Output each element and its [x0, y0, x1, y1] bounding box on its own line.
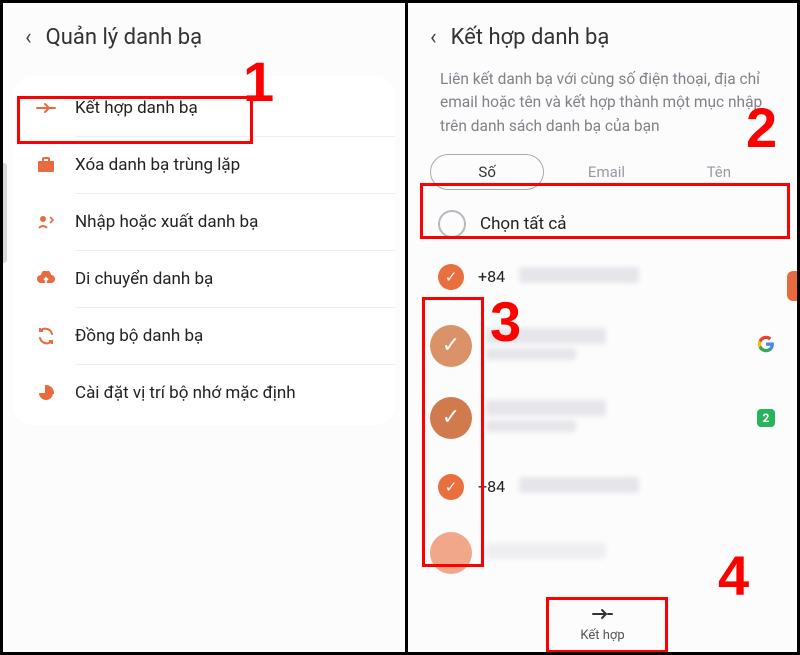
menu-item-label: Nhập hoặc xuất danh bạ — [75, 212, 258, 232]
merge-action-button[interactable]: Kết hợp — [408, 592, 797, 652]
contact-row[interactable] — [408, 520, 797, 586]
phone-prefix: +84 — [478, 477, 505, 496]
blurred-text — [486, 400, 606, 416]
cloud-up-icon — [35, 271, 57, 287]
tab-number[interactable]: Số — [430, 154, 544, 190]
menu-import-export[interactable]: Nhập hoặc xuất danh bạ — [13, 194, 395, 250]
tab-name[interactable]: Tên — [663, 155, 775, 189]
contact-row[interactable]: ✓ +84 — [408, 454, 797, 520]
contacts-list: ✓ +84 ✓ ✓ 2 — [408, 244, 797, 586]
menu-item-label: Xóa danh bạ trùng lặp — [75, 155, 240, 175]
description-text: Liên kết danh bạ với cùng số điện thoại,… — [408, 68, 797, 146]
blurred-text — [519, 477, 639, 493]
menu-default-storage[interactable]: Cài đặt vị trí bộ nhớ mặc định — [13, 365, 395, 421]
phone-prefix: +84 — [478, 267, 505, 286]
contact-row[interactable]: ✓ +84 — [408, 244, 797, 310]
transfer-icon — [35, 214, 57, 230]
row-checkbox-checked[interactable]: ✓ — [430, 397, 472, 439]
filter-tabs: Số Email Tên — [408, 146, 797, 200]
page-title-right: Kết hợp danh bạ — [451, 25, 610, 50]
action-label: Kết hợp — [580, 628, 624, 643]
sim2-badge: 2 — [757, 409, 775, 427]
menu-merge-contacts[interactable]: Kết hợp danh bạ — [13, 80, 395, 136]
row-checkbox-checked[interactable] — [430, 532, 472, 574]
row-checkbox-checked[interactable]: ✓ — [438, 264, 464, 290]
menu-item-label: Đồng bộ danh bạ — [75, 326, 203, 346]
menu-delete-duplicates[interactable]: Xóa danh bạ trùng lặp — [13, 137, 395, 193]
right-panel: ‹ Kết hợp danh bạ Liên kết danh bạ với c… — [408, 3, 797, 652]
pie-icon — [35, 384, 57, 402]
header-right: ‹ Kết hợp danh bạ — [408, 3, 797, 62]
left-panel: ‹ Quản lý danh bạ Kết hợp danh bạ Xóa da… — [3, 3, 408, 652]
menu-item-label: Kết hợp danh bạ — [75, 98, 198, 118]
blurred-text — [486, 420, 576, 432]
back-icon[interactable]: ‹ — [430, 25, 437, 50]
blurred-text — [486, 543, 606, 559]
briefcase-icon — [35, 157, 57, 173]
scroll-indicator-left — [3, 163, 7, 263]
page-title-left: Quản lý danh bạ — [46, 25, 202, 50]
menu-sync-contacts[interactable]: Đồng bộ danh bạ — [13, 308, 395, 364]
back-icon[interactable]: ‹ — [25, 25, 32, 50]
select-all-row[interactable]: Chọn tất cả — [408, 200, 797, 242]
merge-icon — [35, 101, 57, 115]
menu-item-label: Di chuyển danh bạ — [75, 269, 213, 289]
menu-card: Kết hợp danh bạ Xóa danh bạ trùng lặp Nh… — [13, 76, 395, 425]
sync-icon — [35, 327, 57, 345]
tab-email[interactable]: Email — [550, 155, 662, 189]
blurred-text — [486, 328, 606, 344]
select-all-checkbox[interactable] — [438, 210, 466, 238]
menu-move-contacts[interactable]: Di chuyển danh bạ — [13, 251, 395, 307]
contact-row[interactable]: ✓ — [408, 310, 797, 382]
contact-row[interactable]: ✓ 2 — [408, 382, 797, 454]
menu-item-label: Cài đặt vị trí bộ nhớ mặc định — [75, 383, 296, 403]
blurred-text — [486, 348, 576, 360]
header-left: ‹ Quản lý danh bạ — [3, 3, 405, 62]
merge-icon — [592, 602, 614, 626]
google-icon — [757, 335, 775, 357]
row-checkbox-checked[interactable]: ✓ — [438, 474, 464, 500]
row-checkbox-checked[interactable]: ✓ — [430, 325, 472, 367]
select-all-label: Chọn tất cả — [480, 214, 566, 234]
blurred-text — [519, 267, 639, 283]
